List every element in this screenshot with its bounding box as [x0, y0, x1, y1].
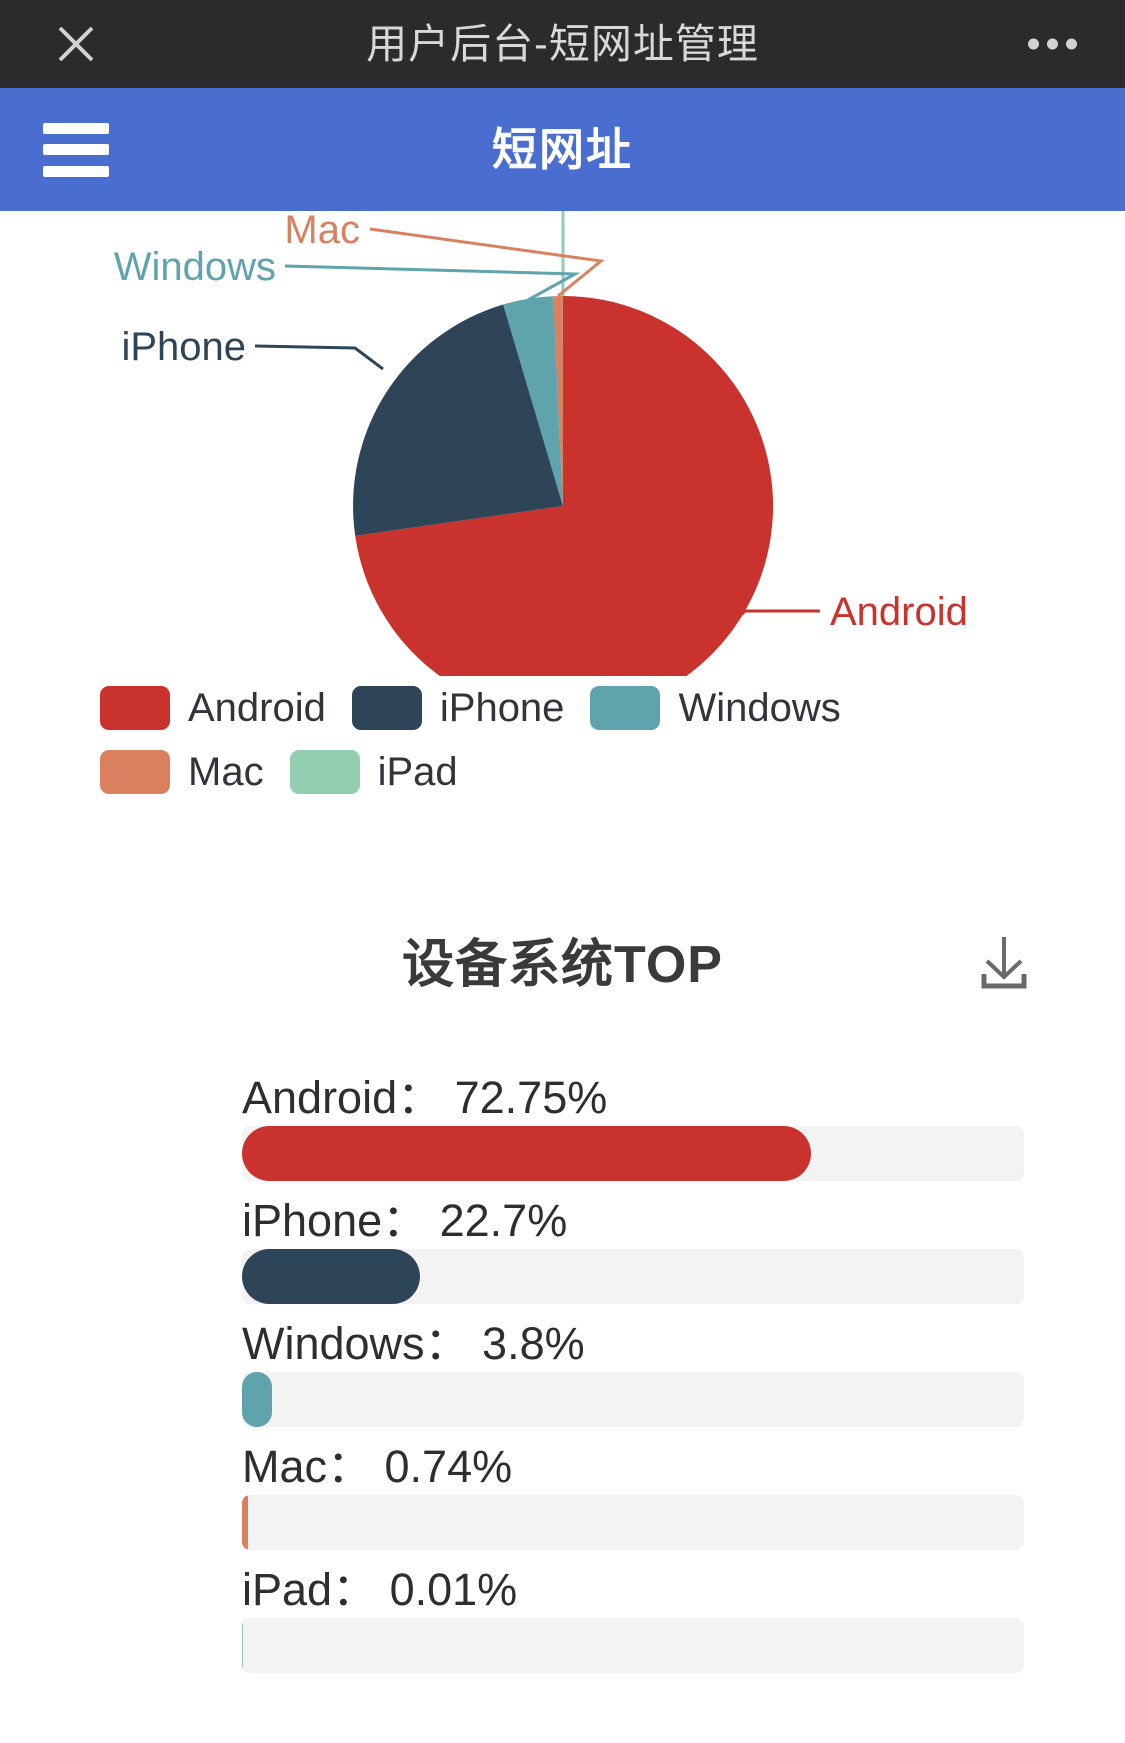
legend-item-iphone[interactable]: iPhone — [351, 676, 565, 740]
legend-label-mac: Mac — [188, 750, 264, 794]
pie-label-android: Android — [830, 590, 968, 634]
bar-row-iphone: iPhone： 22.7% — [0, 1195, 1125, 1324]
section-header: 设备系统TOP — [0, 905, 1125, 1025]
titlebar-title: 用户后台-短网址管理 — [366, 21, 759, 67]
legend-swatch-iphone — [351, 686, 422, 730]
bar-track-ipad — [242, 1618, 1024, 1673]
legend-swatch-mac — [100, 750, 170, 794]
pie-chart-svg: Mac Windows iPhone Android — [114, 211, 968, 676]
chart-legend: Android iPhone Windows Mac iPad — [100, 676, 1030, 804]
legend-item-mac[interactable]: Mac — [100, 740, 264, 804]
device-pie-chart: Mac Windows iPhone Android — [0, 211, 1125, 676]
legend-swatch-windows — [590, 686, 661, 730]
device-bar-list: Android： 72.75% iPhone： 22.7% Windows： 3… — [0, 1072, 1125, 1693]
legend-swatch-ipad — [289, 750, 360, 794]
legend-item-windows[interactable]: Windows — [590, 676, 841, 740]
pie-label-mac: Mac — [284, 211, 360, 252]
bar-track-mac — [242, 1495, 1024, 1550]
bar-track-iphone — [242, 1249, 1024, 1304]
bar-fill-android — [242, 1126, 811, 1181]
page-title: 短网址 — [491, 124, 633, 175]
titlebar: 用户后台-短网址管理 — [0, 0, 1125, 88]
bar-fill-windows — [242, 1372, 272, 1427]
bar-label-android: Android： 72.75% — [242, 1072, 608, 1123]
app-screen: 用户后台-短网址管理 短网址 Mac Windows iPhone Androi… — [0, 0, 1125, 1743]
leader-line-windows — [284, 264, 581, 302]
legend-label-windows: Windows — [678, 686, 841, 730]
bar-label-ipad: iPad： 0.01% — [242, 1564, 518, 1615]
bar-track-android — [242, 1126, 1024, 1181]
bar-track-windows — [242, 1372, 1024, 1427]
pie-label-windows: Windows — [114, 245, 276, 289]
bar-label-mac: Mac： 0.74% — [242, 1441, 513, 1492]
legend-label-iphone: iPhone — [439, 686, 565, 730]
legend-item-ipad[interactable]: iPad — [289, 740, 458, 804]
legend-label-ipad: iPad — [377, 750, 458, 794]
legend-swatch-android — [100, 686, 170, 730]
bar-row-windows: Windows： 3.8% — [0, 1318, 1125, 1447]
pie-label-iphone: iPhone — [121, 325, 246, 369]
bar-label-iphone: iPhone： 22.7% — [242, 1195, 568, 1246]
leader-line-iphone — [254, 344, 384, 371]
pie-slices — [353, 295, 773, 676]
bar-label-windows: Windows： 3.8% — [242, 1318, 585, 1369]
leader-line-mac — [369, 227, 605, 298]
bar-fill-iphone — [242, 1249, 420, 1304]
download-icon[interactable] — [973, 931, 1035, 993]
navbar: 短网址 — [0, 88, 1125, 211]
section-title: 设备系统TOP — [402, 936, 723, 994]
bar-row-android: Android： 72.75% — [0, 1072, 1125, 1201]
more-options-icon[interactable] — [1028, 38, 1077, 50]
bar-row-ipad: iPad： 0.01% — [0, 1564, 1125, 1693]
device-top-section: 设备系统TOP — [0, 905, 1125, 1025]
legend-label-android: Android — [188, 686, 326, 730]
bar-row-mac: Mac： 0.74% — [0, 1441, 1125, 1570]
legend-item-android[interactable]: Android — [100, 676, 326, 740]
bar-fill-mac — [242, 1495, 248, 1550]
